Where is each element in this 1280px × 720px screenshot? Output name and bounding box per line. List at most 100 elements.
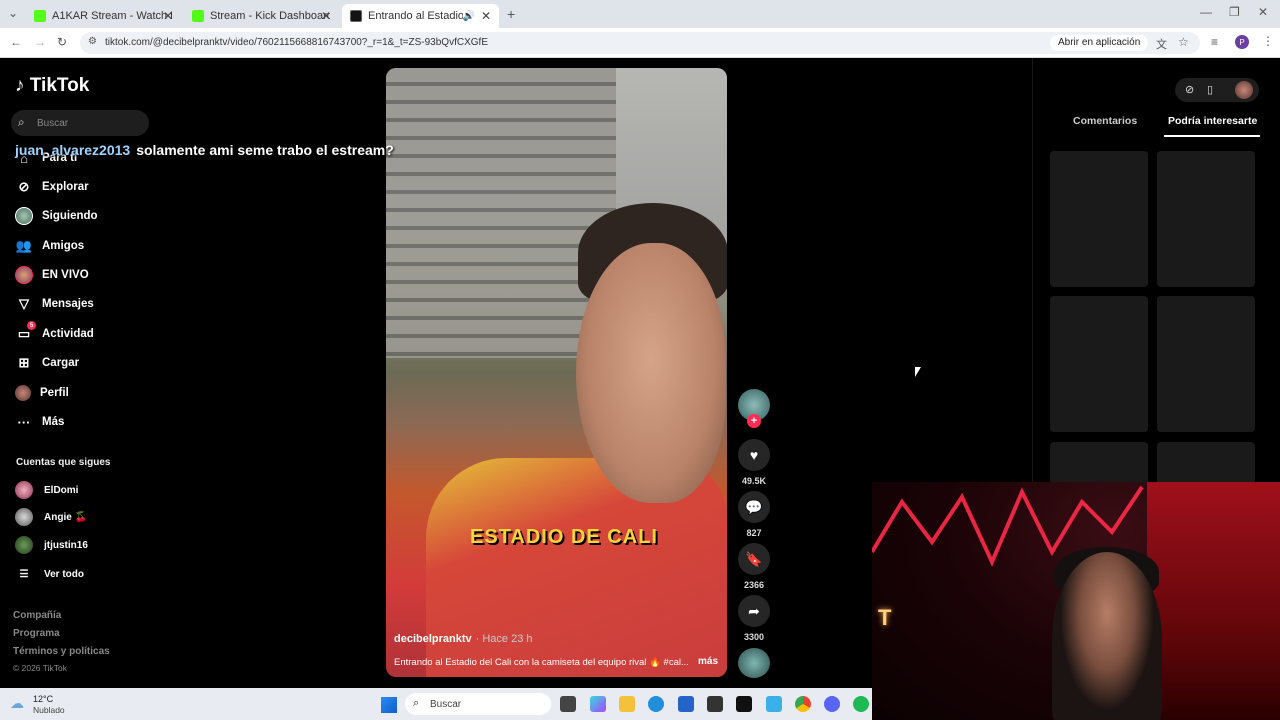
speaker-icon[interactable]: 🔊 <box>463 11 475 22</box>
user-avatar[interactable] <box>1235 81 1253 99</box>
tiktok-icon[interactable] <box>736 696 752 712</box>
more-button[interactable]: más <box>698 656 718 667</box>
store-icon[interactable] <box>678 696 694 712</box>
compass-icon[interactable]: ⊘ <box>1185 83 1194 96</box>
webcam-overlay: T <box>872 482 1280 720</box>
face <box>576 243 726 503</box>
comment-icon: 💬 <box>745 498 763 515</box>
nav-item-friends[interactable]: 👥 Amigos <box>15 235 84 257</box>
profile-avatar[interactable]: P <box>1235 35 1249 49</box>
reload-icon[interactable]: ↻ <box>57 35 67 49</box>
mouse-cursor <box>915 367 921 377</box>
menu-icon[interactable]: ⋮ <box>1262 34 1274 48</box>
device-icon[interactable]: ▯ <box>1207 83 1213 96</box>
tab-search-icon[interactable]: ⌄ <box>8 6 18 20</box>
windows-start-icon[interactable] <box>381 697 397 713</box>
task-view-icon[interactable] <box>560 696 576 712</box>
author-name[interactable]: decibelpranktv <box>394 633 472 645</box>
maximize-icon[interactable]: ❐ <box>1229 5 1240 19</box>
heart-icon: ♥ <box>749 447 759 463</box>
chrome-icon[interactable] <box>795 696 811 712</box>
video-player[interactable]: ESTADIO DE CALI decibelpranktv · Hace 23 … <box>386 68 727 677</box>
footer-link-company[interactable]: Compañía <box>13 610 61 621</box>
share-button[interactable]: ➦ <box>738 595 770 627</box>
video-card[interactable] <box>1157 151 1255 287</box>
video-overlay-text: ESTADIO DE CALI <box>470 526 658 548</box>
taskbar-search[interactable]: ⌕ Buscar <box>405 693 551 715</box>
search-placeholder: Buscar <box>37 118 69 129</box>
open-in-app-button[interactable]: Abrir en aplicación <box>1050 35 1149 51</box>
sound-avatar[interactable] <box>738 648 770 678</box>
site-info-icon[interactable]: ⚙ <box>88 36 97 47</box>
comment-button[interactable]: 💬 <box>738 491 770 523</box>
nav-item-profile[interactable]: Perfil <box>15 382 69 404</box>
cloud-icon: ☁ <box>10 695 24 711</box>
window-close-icon[interactable]: ✕ <box>1258 5 1268 19</box>
tab-you-may-like[interactable]: Podría interesarte <box>1168 115 1257 127</box>
edge-icon[interactable] <box>648 696 664 712</box>
nav-item-live[interactable]: EN VIVO <box>15 264 89 286</box>
people-icon: 👥 <box>15 238 33 253</box>
copilot-icon[interactable] <box>590 696 606 712</box>
tiktok-logo[interactable]: ♪ TikTok <box>15 75 89 97</box>
app-icon[interactable] <box>707 696 723 712</box>
search-icon: ⌕ <box>18 115 25 129</box>
nav-label: Perfil <box>40 387 69 399</box>
video-card[interactable] <box>1050 296 1148 432</box>
nav-item-activity[interactable]: ▭ 5 Actividad <box>15 321 94 345</box>
live-avatar-icon <box>15 266 33 284</box>
forward-icon[interactable]: → <box>34 35 46 49</box>
app-icon[interactable] <box>766 696 782 712</box>
back-icon[interactable]: ← <box>10 35 22 49</box>
close-icon[interactable]: ✕ <box>321 9 331 23</box>
following-account[interactable]: ElDomi <box>15 480 78 500</box>
follow-plus-icon[interactable]: + <box>747 414 761 428</box>
streamer <box>1052 552 1162 720</box>
tab-comments[interactable]: Comentarios <box>1073 115 1137 127</box>
search-input[interactable]: ⌕ Buscar <box>11 110 149 136</box>
browser-tab-2[interactable]: Stream - Kick Dashboard ✕ <box>184 4 339 28</box>
following-account[interactable]: Angie 🍒 <box>15 507 87 527</box>
media-control-icon[interactable]: ≡ <box>1211 35 1218 49</box>
weather-temp[interactable]: 12°C <box>33 694 53 704</box>
following-account[interactable]: jtjustin16 <box>15 535 88 555</box>
save-button[interactable]: 🔖 <box>738 543 770 575</box>
nav-item-more[interactable]: ··· Más <box>15 411 65 433</box>
nav-label: Siguiendo <box>42 210 98 222</box>
spotify-icon[interactable] <box>853 696 869 712</box>
close-icon[interactable]: ✕ <box>163 9 173 23</box>
minimize-icon[interactable]: — <box>1200 5 1212 19</box>
discord-icon[interactable] <box>824 696 840 712</box>
new-tab-icon[interactable]: + <box>507 6 515 22</box>
kick-favicon-icon <box>192 10 204 22</box>
notification-badge: 5 <box>27 321 36 330</box>
footer-link-program[interactable]: Programa <box>13 628 60 639</box>
file-explorer-icon[interactable] <box>619 696 635 712</box>
video-card[interactable] <box>1050 151 1148 287</box>
footer-link-terms[interactable]: Términos y políticas <box>13 646 110 657</box>
browser-tab-3[interactable]: Entrando al Estadio del Cali 🔊 ✕ <box>342 4 499 28</box>
see-all-link[interactable]: ☰ Ver todo <box>15 564 85 584</box>
video-card[interactable] <box>1157 296 1255 432</box>
nav-item-explore[interactable]: ⊘ Explorar <box>15 176 89 198</box>
close-icon[interactable]: ✕ <box>481 9 491 23</box>
save-count: 2366 <box>743 580 765 590</box>
nav-item-following[interactable]: Siguiendo <box>15 205 98 227</box>
see-all-label: Ver todo <box>44 568 85 580</box>
nav-item-messages[interactable]: ▽ Mensajes <box>15 293 94 315</box>
copyright: © 2026 TikTok <box>13 663 67 673</box>
nav-label: Más <box>42 416 65 428</box>
weather-desc[interactable]: Nublado <box>33 705 65 715</box>
logo-text: TikTok <box>29 75 90 96</box>
address-bar[interactable]: ⚙ tiktok.com/@decibelpranktv/video/76021… <box>80 32 1200 54</box>
tab-title: A1KAR Stream - Watch Live on <box>52 10 172 22</box>
bookmark-star-icon[interactable]: ☆ <box>1178 35 1189 49</box>
video-author[interactable]: decibelpranktv · Hace 23 h <box>394 633 533 645</box>
account-name: ElDomi <box>44 484 79 496</box>
taskbar-search-label: Buscar <box>430 699 462 710</box>
browser-tab-1[interactable]: A1KAR Stream - Watch Live on ✕ <box>26 4 181 28</box>
translate-icon[interactable]: 文 <box>1156 36 1167 52</box>
url-text[interactable]: tiktok.com/@decibelpranktv/video/7602115… <box>105 37 488 48</box>
like-button[interactable]: ♥ <box>738 439 770 471</box>
nav-item-upload[interactable]: ⊞ Cargar <box>15 352 80 374</box>
